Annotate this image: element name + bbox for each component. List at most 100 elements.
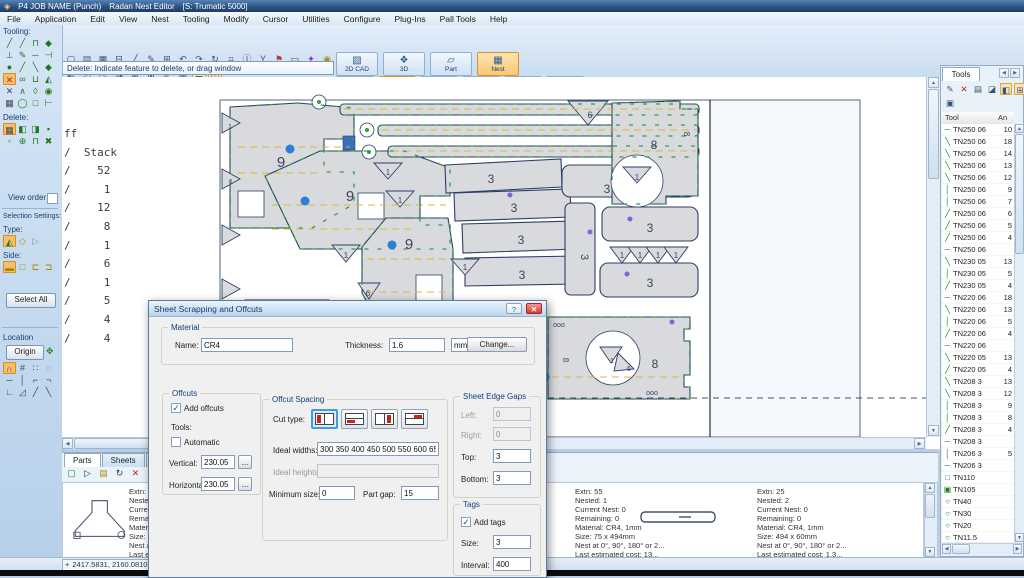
side-option-icon[interactable]: ⊐ xyxy=(42,261,55,273)
mode-button[interactable]: ▱ Part xyxy=(430,52,472,76)
location-snap-icon[interactable]: ⌐ xyxy=(29,374,42,386)
select-all-button[interactable]: Select All xyxy=(6,293,56,308)
location-snap-icon[interactable]: ∟ xyxy=(3,386,16,398)
tool-row[interactable]: ▣ TN105 xyxy=(942,484,1014,496)
type-option-icon[interactable]: ▷ xyxy=(29,235,42,247)
tool-row[interactable]: ╲ TN208 3 13 xyxy=(942,376,1014,388)
menu-item[interactable]: Modify xyxy=(217,14,256,24)
tool-row[interactable]: ─ TN250 06 10 xyxy=(942,124,1014,136)
edit-tool-icon[interactable]: ✎ xyxy=(944,83,956,95)
tooling-icon[interactable]: ✎ xyxy=(16,49,29,61)
thickness-input[interactable] xyxy=(389,338,445,352)
tooling-icon[interactable]: ● xyxy=(3,61,16,73)
tool-row[interactable]: ─ TN208 3 xyxy=(942,436,1014,448)
location-snap-icon[interactable]: # xyxy=(16,362,29,374)
delete-mode-icon[interactable]: ◦ xyxy=(3,135,16,147)
cut-type-option-4[interactable] xyxy=(401,409,428,429)
tag-interval-input[interactable] xyxy=(493,557,531,571)
tool-row[interactable]: │ TN220 06 5 xyxy=(942,316,1014,328)
add-offcuts-checkbox[interactable]: ✓ xyxy=(171,403,181,413)
menu-item[interactable]: Configure xyxy=(337,14,388,24)
open-tool-icon[interactable]: ▤ xyxy=(972,83,984,95)
menu-item[interactable]: Tooling xyxy=(176,14,217,24)
tooling-icon[interactable]: □ xyxy=(29,97,42,109)
parts-vertical-scrollbar[interactable]: ▲ ▼ xyxy=(924,482,938,560)
tooling-icon[interactable]: ✕ xyxy=(3,73,16,85)
dialog-close-button[interactable]: ✕ xyxy=(526,303,542,314)
tool-row[interactable]: ╲ TN208 3 12 xyxy=(942,388,1014,400)
ideal-widths-input[interactable] xyxy=(317,442,439,456)
tool-row[interactable]: ─ TN250 06 xyxy=(942,244,1014,256)
delete-mode-icon[interactable]: ▪ xyxy=(42,123,55,135)
bottom-tab[interactable]: Parts xyxy=(64,453,101,467)
tab-tools[interactable]: Tools xyxy=(942,67,980,81)
menu-item[interactable]: Cursor xyxy=(256,14,296,24)
menu-item[interactable]: Nest xyxy=(144,14,175,24)
part-thumbnail-hopper[interactable] xyxy=(71,491,127,551)
tool-row[interactable]: │ TN230 05 5 xyxy=(942,268,1014,280)
side-option-icon[interactable]: □ xyxy=(16,261,29,273)
tool-row[interactable]: ─ TN220 06 xyxy=(942,340,1014,352)
tool-row[interactable]: ╲ TN250 06 13 xyxy=(942,160,1014,172)
tool-row[interactable]: □ TN110 xyxy=(942,472,1014,484)
edge-bottom-input[interactable] xyxy=(493,471,531,485)
tab-scroll-right-icon[interactable]: ▶ xyxy=(1010,68,1020,78)
origin-button[interactable]: Origin xyxy=(6,345,44,360)
menu-item[interactable]: File xyxy=(0,14,28,24)
type-option-icon[interactable]: ◇ xyxy=(16,235,29,247)
dialog-title-bar[interactable]: Sheet Scrapping and Offcuts xyxy=(149,301,546,317)
tooling-icon[interactable]: ∧ xyxy=(16,85,29,97)
tooling-icon[interactable]: ⊓ xyxy=(29,37,42,49)
tooling-icon[interactable]: ▦ xyxy=(3,97,16,109)
part-info[interactable]: Extn: 25 Nested: 2 Current Nest: 0 Remai… xyxy=(757,487,846,559)
parts-toolbar-icon[interactable]: ▤ xyxy=(97,467,110,479)
delete-mode-icon[interactable]: ◧ xyxy=(16,123,29,135)
tooling-icon[interactable]: ⊔ xyxy=(29,73,42,85)
tool-row[interactable]: │ TN250 06 9 xyxy=(942,184,1014,196)
tool-row[interactable]: ╱ TN220 05 4 xyxy=(942,364,1014,376)
menu-item[interactable]: View xyxy=(112,14,144,24)
tool-row[interactable]: │ TN250 06 7 xyxy=(942,196,1014,208)
automatic-checkbox[interactable] xyxy=(171,437,181,447)
tool-row[interactable]: ╱ TN208 3 4 xyxy=(942,424,1014,436)
origin-snap-icon[interactable]: ✥ xyxy=(46,346,54,357)
delete-mode-icon[interactable]: ⊕ xyxy=(16,135,29,147)
delete-mode-icon[interactable]: ✖ xyxy=(42,135,55,147)
type-option-icon[interactable]: ◭ xyxy=(3,235,16,247)
tooling-icon[interactable]: ╲ xyxy=(29,61,42,73)
side-option-icon[interactable]: ▬ xyxy=(3,261,16,273)
tab-scroll-left-icon[interactable]: ◀ xyxy=(999,68,1009,78)
column-tool[interactable]: Tool xyxy=(942,112,998,124)
view-order-checkbox[interactable] xyxy=(47,193,58,204)
tools-horizontal-scrollbar[interactable]: ◀ ▶ xyxy=(942,543,1023,555)
tooling-icon[interactable]: ╱ xyxy=(16,37,29,49)
tooling-icon[interactable]: ◭ xyxy=(42,73,55,85)
mode-button[interactable]: ❖ 3D xyxy=(383,52,425,76)
column-quantity[interactable]: An xyxy=(998,112,1014,124)
tooling-icon[interactable]: ◉ xyxy=(42,85,55,97)
tool-grid-toggle-icon[interactable]: ⊞ xyxy=(1014,83,1024,95)
tool-view-toggle-icon[interactable]: ◧ xyxy=(1000,83,1012,95)
delete-mode-icon[interactable]: ◨ xyxy=(29,123,42,135)
tool-row[interactable]: ─ TN220 06 18 xyxy=(942,292,1014,304)
cut-type-option-3[interactable] xyxy=(371,409,398,429)
tool-row[interactable]: │ TN208 3 9 xyxy=(942,400,1014,412)
add-tags-checkbox[interactable]: ✓ xyxy=(461,517,471,527)
tool-row[interactable]: ╲ TN250 06 12 xyxy=(942,172,1014,184)
tooling-icon[interactable]: ◊ xyxy=(29,85,42,97)
tooling-icon[interactable]: ╱ xyxy=(3,37,16,49)
parts-toolbar-icon[interactable]: ↻ xyxy=(113,467,126,479)
tooling-icon[interactable]: ✕ xyxy=(3,85,16,97)
horizontal-browse-button[interactable]: ... xyxy=(238,477,252,491)
cut-type-option-1[interactable] xyxy=(311,409,338,429)
menu-item[interactable]: Application xyxy=(28,14,84,24)
edge-top-input[interactable] xyxy=(493,449,531,463)
tool-row[interactable]: ○ TN30 xyxy=(942,508,1014,520)
tool-row[interactable]: ○ TN40 xyxy=(942,496,1014,508)
bottom-tab[interactable]: Sheets xyxy=(102,453,145,467)
tag-size-input[interactable] xyxy=(493,535,531,549)
tool-row[interactable]: ╲ TN230 05 13 xyxy=(942,256,1014,268)
location-snap-icon[interactable]: ╱ xyxy=(29,386,42,398)
canvas-vertical-scrollbar[interactable]: ▲ ▼ xyxy=(926,77,940,437)
location-snap-icon[interactable]: ∷ xyxy=(29,362,42,374)
